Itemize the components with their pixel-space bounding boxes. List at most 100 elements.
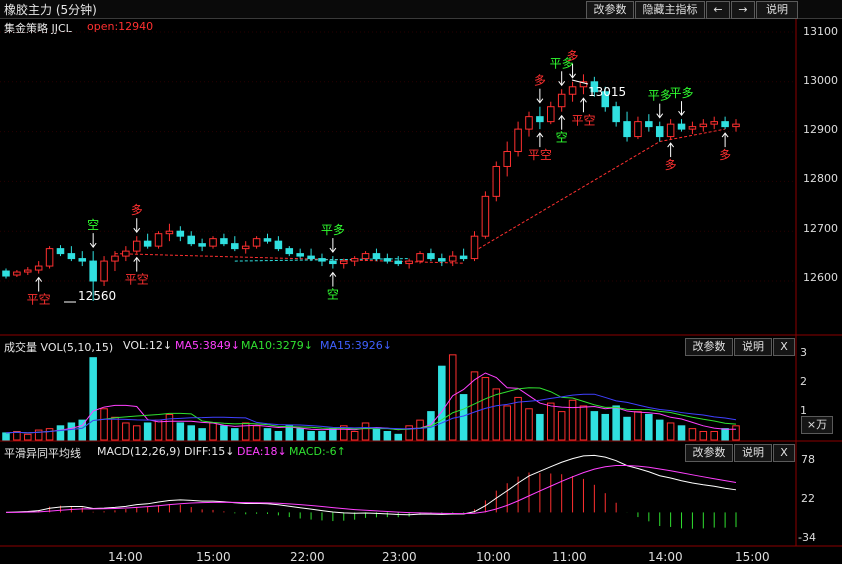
candle-body [67, 253, 76, 260]
candle-body [732, 123, 740, 128]
candle-body [100, 260, 108, 282]
candle-body [78, 258, 87, 262]
volume-bar [601, 413, 610, 441]
volume-bar [318, 430, 326, 441]
volume-bar [296, 428, 304, 441]
volume-bar [590, 411, 599, 441]
candle-body [34, 265, 43, 271]
candle-body [154, 233, 163, 247]
candle-body [263, 238, 272, 242]
candle-body [677, 123, 686, 130]
high-price-label: 13015 [588, 85, 626, 99]
volume-bar [329, 428, 337, 441]
volume-bar [383, 430, 392, 441]
volume-bar [89, 357, 97, 441]
volume-bar [623, 416, 631, 441]
candle-body [492, 165, 501, 197]
volume-bar [536, 413, 544, 441]
candle-body [307, 255, 315, 260]
low-price-label: 12560 [78, 289, 116, 303]
signal-label: 多 [665, 158, 677, 172]
candle-body [143, 240, 152, 247]
candle-body [24, 269, 32, 273]
price-tick-13100: 13100 [803, 25, 838, 38]
candle-body [350, 258, 359, 262]
candle-body [459, 255, 468, 260]
candle-body [111, 255, 119, 262]
time-label-5: 10:00 [476, 550, 511, 564]
signal-label: 平空 [571, 113, 595, 127]
candle-body [525, 116, 533, 130]
volume-bar [612, 405, 620, 441]
stop-line-red-2 [474, 128, 726, 252]
candle-body [329, 260, 337, 265]
volume-bar [634, 411, 642, 441]
volume-bar [231, 428, 239, 441]
volume-bar [688, 428, 697, 441]
signal-label: 平多 [670, 86, 694, 100]
volume-bar [209, 422, 217, 441]
volume-bar [503, 405, 511, 441]
volume-bar [677, 425, 686, 441]
signal-label: 空 [87, 218, 99, 232]
volume-bar [176, 422, 185, 441]
candle-body [394, 260, 403, 265]
vol-tick-2: 2 [800, 375, 807, 388]
candle-body [448, 255, 457, 262]
price-tick-12800: 12800 [803, 172, 838, 185]
price-tick-12900: 12900 [803, 123, 838, 136]
price-tick-13000: 13000 [803, 74, 838, 87]
volume-bar [699, 430, 708, 441]
volume-bar [579, 405, 588, 441]
volume-bar [111, 416, 119, 441]
signal-label: 平空 [125, 273, 149, 287]
volume-bar [525, 408, 533, 441]
volume-bar [45, 428, 54, 441]
volume-bar [56, 425, 65, 441]
volume-bar [416, 419, 424, 441]
volume-bar [24, 433, 32, 441]
candle-body [89, 260, 97, 282]
macd-dea-line [5, 465, 737, 515]
volume-bar [372, 428, 381, 441]
candle-body [427, 253, 435, 260]
macd-diff-line [5, 454, 737, 516]
candle-body [383, 258, 392, 262]
volume-bar [645, 413, 653, 441]
price-tick-12700: 12700 [803, 222, 838, 235]
candle-body [536, 116, 544, 123]
volume-bar [143, 422, 152, 441]
time-label-4: 23:00 [382, 550, 417, 564]
candle-body [721, 121, 729, 128]
candle-body [623, 121, 631, 138]
candle-body [285, 248, 294, 255]
candle-body [198, 243, 206, 247]
volume-bar [350, 430, 359, 441]
candle-body [187, 235, 195, 245]
candle-body [688, 126, 697, 130]
candle-body [361, 253, 370, 260]
candle-body [372, 253, 381, 260]
candle-body [45, 248, 54, 267]
volume-bar [220, 425, 228, 441]
time-label-3: 22:00 [290, 550, 325, 564]
candle-body [296, 253, 304, 257]
candle-body [645, 121, 653, 128]
signal-label: 多 [719, 148, 731, 162]
candle-body [547, 106, 555, 123]
time-label-7: 14:00 [648, 550, 683, 564]
volume-bar [547, 402, 555, 441]
candle-body [416, 253, 424, 262]
volume-bar [285, 425, 294, 441]
volume-bar [187, 425, 195, 441]
volume-bar [405, 425, 413, 441]
macd-tick-neg34: -34 [798, 531, 816, 544]
candle-body [634, 121, 642, 138]
volume-bar [514, 396, 522, 441]
volume-bar [307, 430, 315, 441]
candle-body [13, 271, 21, 276]
volume-bar [198, 428, 206, 441]
candle-body [252, 238, 261, 247]
candle-body [241, 245, 250, 250]
candle-body [612, 106, 620, 123]
